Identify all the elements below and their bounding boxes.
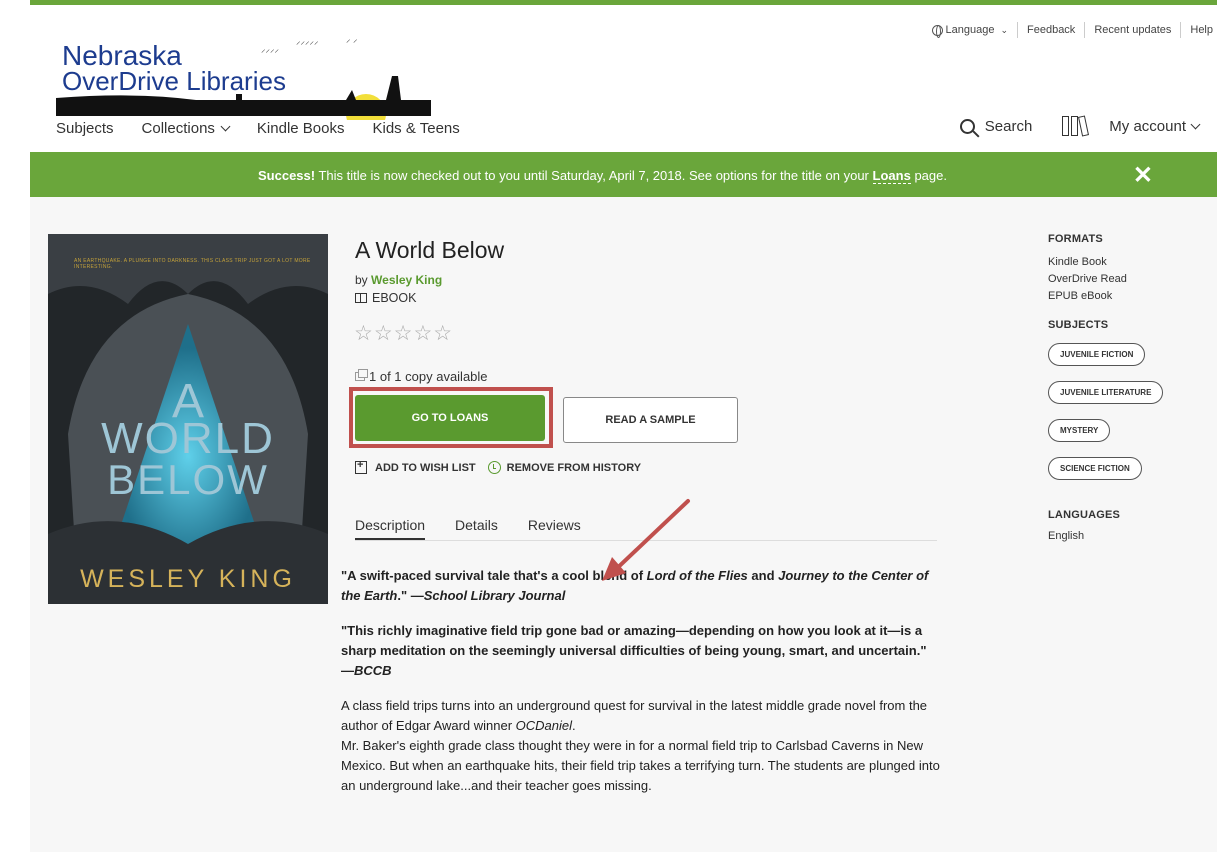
title-actions: ADD TO WISH LIST REMOVE FROM HISTORY [355, 459, 641, 474]
cover-tagline: AN EARTHQUAKE. A PLUNGE INTO DARKNESS. T… [74, 258, 311, 270]
formats-section: FORMATS Kindle Book OverDrive Read EPUB … [1048, 233, 1208, 305]
add-to-wish-list-button[interactable]: ADD TO WISH LIST [375, 462, 476, 474]
chevron-down-icon [220, 121, 231, 132]
subjects-section: SUBJECTS JUVENILE FICTION JUVENILE LITER… [1048, 319, 1208, 495]
byline: by Wesley King [355, 273, 442, 287]
subject-pill[interactable]: MYSTERY [1048, 419, 1111, 442]
copies-available: 1 of 1 copy available [355, 369, 488, 384]
nav-kindle-books[interactable]: Kindle Books [257, 120, 345, 137]
languages-section: LANGUAGES English [1048, 509, 1208, 542]
subject-pill[interactable]: SCIENCE FICTION [1048, 457, 1142, 480]
nav-subjects[interactable]: Subjects [56, 120, 114, 137]
format-item: OverDrive Read [1048, 273, 1127, 285]
read-sample-button[interactable]: READ A SAMPLE [563, 397, 738, 443]
cover-author: WESLEY KING [80, 565, 296, 593]
description-body: "A swift-paced survival tale that's a co… [341, 566, 941, 796]
tab-description[interactable]: Description [355, 517, 426, 540]
format-label: EBOOK [355, 291, 416, 305]
format-text: EBOOK [372, 291, 417, 305]
logo-line-2: OverDrive Libraries [62, 66, 286, 96]
close-icon[interactable]: ✕ [1133, 161, 1153, 190]
synopsis: A class field trips turns into an underg… [341, 698, 940, 793]
annotation-arrow [602, 499, 690, 581]
format-item: Kindle Book [1048, 256, 1107, 268]
success-text: This title is now checked out to you unt… [318, 168, 869, 183]
success-message: Success! This title is now checked out t… [258, 168, 947, 184]
book-title: A World Below [355, 237, 505, 263]
svg-text:⸝⸝⸝⸝⸝: ⸝⸝⸝⸝⸝ [296, 36, 319, 46]
chevron-down-icon [1190, 119, 1201, 129]
content-area: AN EARTHQUAKE. A PLUNGE INTO DARKNESS. T… [30, 197, 1217, 852]
cover-title-line-3: BELOW [107, 456, 269, 503]
success-banner: Success! This title is now checked out t… [30, 152, 1217, 197]
go-to-loans-button[interactable]: GO TO LOANS [355, 395, 545, 441]
svg-text:⸝⸝⸝⸝: ⸝⸝⸝⸝ [261, 44, 279, 54]
tab-reviews[interactable]: Reviews [528, 517, 581, 540]
nav-collections-label: Collections [141, 120, 215, 137]
utility-nav: Language ⌄ Feedback Recent updates Help [931, 22, 1213, 38]
book-cover[interactable]: AN EARTHQUAKE. A PLUNGE INTO DARKNESS. T… [48, 234, 328, 604]
right-nav: Search My account [959, 115, 1201, 137]
book-icon [355, 293, 367, 303]
svg-text:⸝ ⸝: ⸝ ⸝ [346, 34, 358, 44]
globe-icon [931, 24, 943, 38]
top-accent-bar [30, 0, 1217, 5]
library-logo[interactable]: ⸝⸝⸝⸝ ⸝⸝⸝⸝⸝ ⸝ ⸝ Nebraska OverDrive Librar… [56, 30, 436, 120]
formats-heading: FORMATS [1048, 233, 1103, 245]
languages-heading: LANGUAGES [1048, 509, 1121, 521]
review-quote-2: "This richly imaginative field trip gone… [341, 623, 927, 678]
nav-collections[interactable]: Collections [141, 120, 231, 137]
copies-text: 1 of 1 copy available [369, 369, 488, 384]
remove-from-history-button[interactable]: REMOVE FROM HISTORY [507, 462, 641, 474]
main-nav: Subjects Collections Kindle Books Kids &… [56, 120, 460, 137]
nav-kids-teens[interactable]: Kids & Teens [372, 120, 459, 137]
success-suffix: page. [914, 168, 947, 183]
feedback-link[interactable]: Feedback [1027, 24, 1075, 36]
success-label: Success! [258, 168, 316, 183]
title-sidebar: FORMATS Kindle Book OverDrive Read EPUB … [1048, 233, 1208, 556]
by-label: by [355, 273, 368, 287]
bookshelf-icon[interactable] [1062, 115, 1090, 137]
copies-icon [355, 369, 368, 381]
rating-stars[interactable]: ☆☆☆☆☆ [354, 321, 453, 346]
search-link[interactable]: Search [985, 118, 1033, 135]
chevron-down-icon: ⌄ [1000, 24, 1008, 35]
history-icon [487, 461, 501, 474]
subject-pill[interactable]: JUVENILE LITERATURE [1048, 381, 1164, 404]
language-label: Language [945, 24, 995, 36]
format-item: EPUB eBook [1048, 290, 1113, 302]
tab-details[interactable]: Details [455, 517, 498, 540]
subjects-heading: SUBJECTS [1048, 319, 1109, 331]
help-link[interactable]: Help [1190, 24, 1213, 36]
my-account-label: My account [1109, 117, 1186, 135]
recent-updates-link[interactable]: Recent updates [1094, 24, 1171, 36]
wishlist-icon [355, 459, 367, 474]
my-account-menu[interactable]: My account [1109, 117, 1201, 135]
loans-link[interactable]: Loans [872, 168, 911, 184]
language-menu[interactable]: Language ⌄ [931, 24, 1008, 38]
author-link[interactable]: Wesley King [371, 273, 442, 287]
subject-pill[interactable]: JUVENILE FICTION [1048, 343, 1146, 366]
language-item: English [1048, 530, 1085, 542]
search-icon[interactable] [959, 118, 975, 134]
